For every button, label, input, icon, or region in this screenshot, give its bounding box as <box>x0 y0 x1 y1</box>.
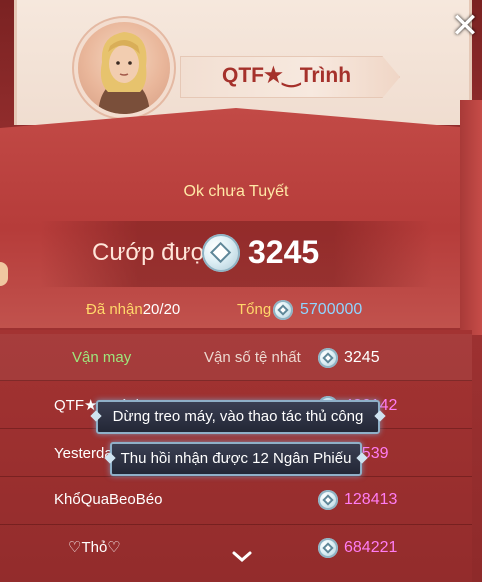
silver-coin-icon <box>318 490 338 510</box>
silver-coin-icon <box>273 300 293 320</box>
loot-value: 3245 <box>248 234 320 270</box>
avatar-portrait <box>98 32 150 114</box>
worst-luck-label: Vận số tệ nhất <box>204 349 301 366</box>
player-name: QTF★‿Trình <box>222 64 352 87</box>
claimer-name: KhổQuaBeoBéo <box>54 491 163 508</box>
total-label: Tổng <box>237 301 272 318</box>
envelope-flap <box>460 100 482 335</box>
system-toast: Dừng treo máy, vào thao tác thủ công <box>96 400 380 434</box>
received-value: 20/20 <box>142 301 181 318</box>
received-label: Đã nhận <box>86 301 143 318</box>
loot-panel <box>0 108 472 328</box>
total-value: 5700000 <box>300 301 363 318</box>
close-button[interactable]: ✕ <box>448 6 482 46</box>
claimer-amount: 128413 <box>344 491 398 508</box>
claimer-name: ♡Thỏ♡ <box>68 539 121 556</box>
chevron-down-icon[interactable] <box>228 545 256 567</box>
silver-coin-icon <box>202 234 240 272</box>
claimer-amount: 684221 <box>344 539 398 556</box>
luck-label: Vận may <box>72 349 132 366</box>
silver-coin-icon <box>318 348 338 368</box>
player-message: Ok chưa Tuyết <box>183 183 289 200</box>
silver-coin-icon <box>318 538 338 558</box>
avatar[interactable] <box>78 22 170 114</box>
loot-label: Cướp được <box>92 239 219 266</box>
worst-luck-value: 3245 <box>344 349 380 366</box>
received-stat: Đã nhận20/20 <box>86 298 180 322</box>
system-toast: Thu hồi nhận được 12 Ngân Phiếu <box>110 442 362 476</box>
close-icon: ✕ <box>450 6 480 46</box>
